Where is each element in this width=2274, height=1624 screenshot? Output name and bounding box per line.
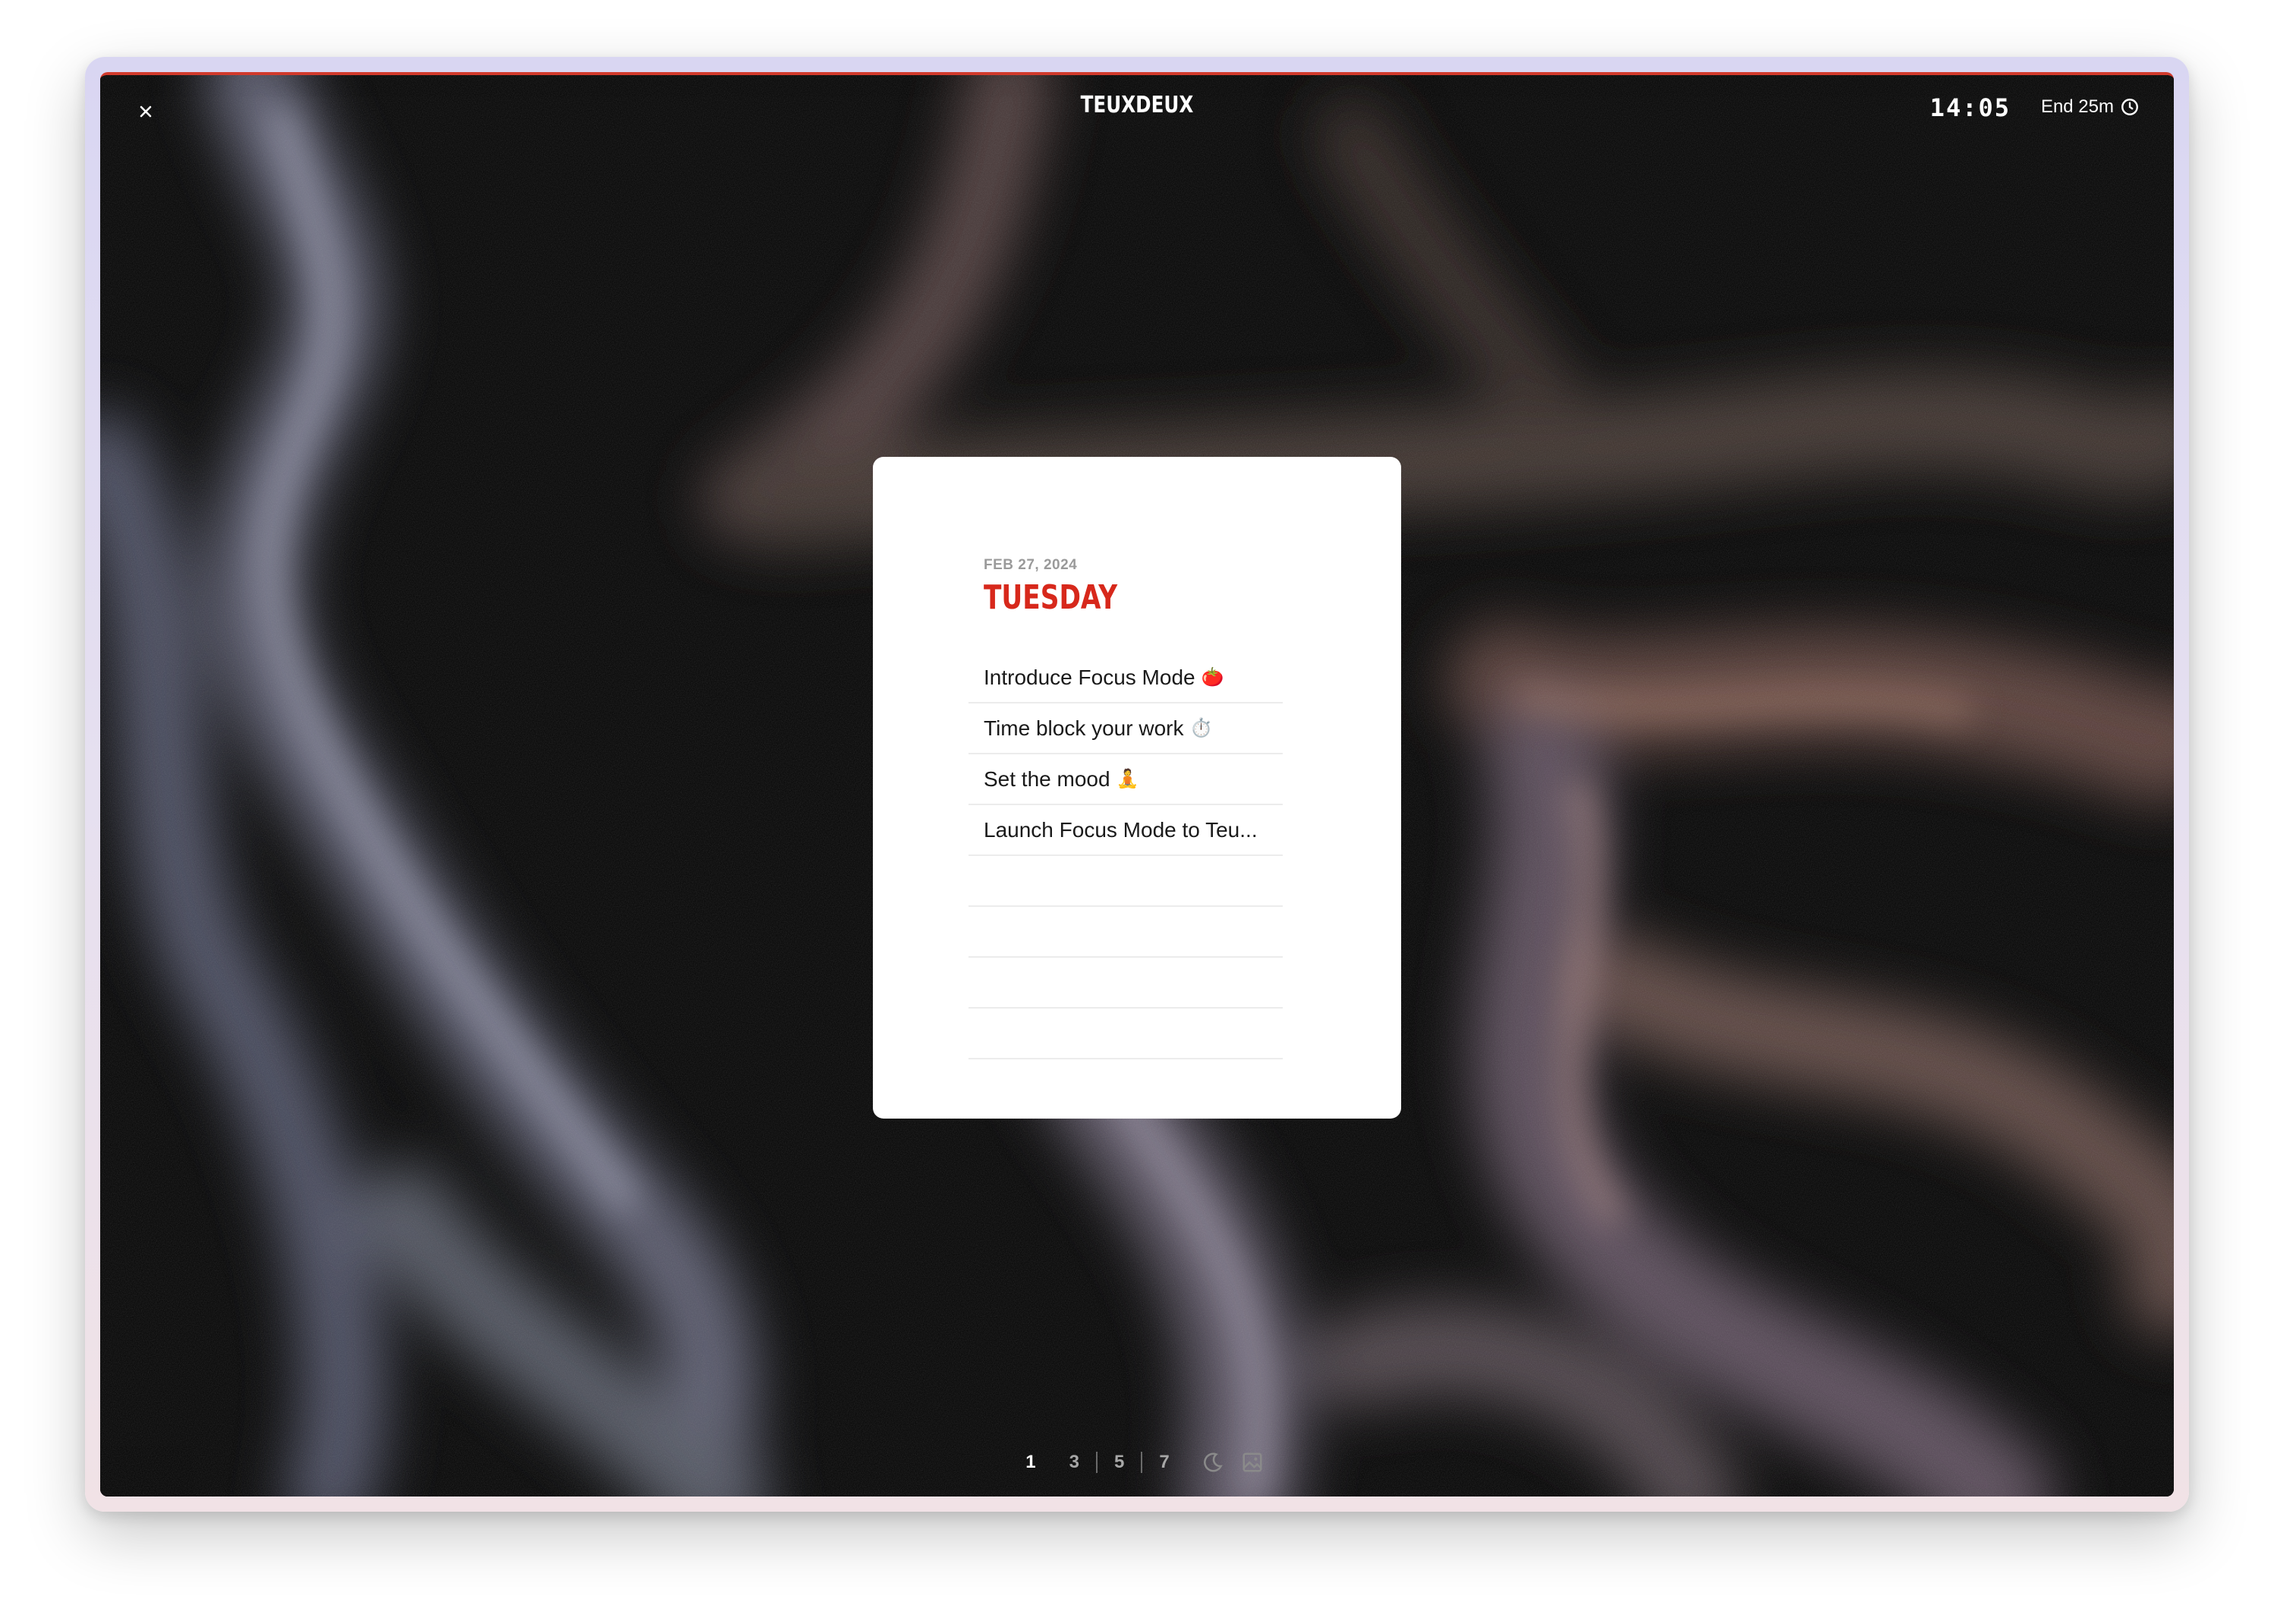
- todo-item-empty[interactable]: [968, 907, 1283, 958]
- view-7-day-button[interactable]: 7: [1142, 1452, 1186, 1473]
- tomato-icon: 🍅: [1201, 667, 1224, 688]
- todo-text: Introduce Focus Mode: [984, 665, 1195, 689]
- moon-icon: [1203, 1452, 1223, 1472]
- dark-mode-toggle[interactable]: [1200, 1449, 1226, 1475]
- view-1-day-button[interactable]: 1: [1009, 1452, 1052, 1473]
- close-button[interactable]: [131, 96, 161, 127]
- todo-item-empty[interactable]: [968, 958, 1283, 1009]
- background-image-button[interactable]: [1239, 1449, 1265, 1475]
- app-window: TEUXDEUX 14:05 End 25m FEB 27, 2024 TUES…: [85, 57, 2189, 1512]
- todo-text: Launch Focus Mode to Teu...: [984, 817, 1258, 842]
- todo-text: Time block your work: [984, 716, 1184, 740]
- todo-item-empty[interactable]: [968, 1009, 1283, 1059]
- day-title: TUESDAY: [984, 578, 1118, 617]
- close-icon: [140, 105, 152, 118]
- todo-item[interactable]: Set the mood 🧘: [968, 754, 1283, 805]
- todo-item-empty[interactable]: [968, 856, 1283, 907]
- view-3-day-button[interactable]: 3: [1053, 1452, 1096, 1473]
- end-timer-button[interactable]: End 25m: [2041, 96, 2140, 118]
- day-date: FEB 27, 2024: [984, 557, 1078, 573]
- stopwatch-icon: ⏱️: [1189, 718, 1213, 738]
- clock-display: 14:05: [1929, 93, 2011, 122]
- view-controls: 1 3 5 7: [100, 1449, 2174, 1475]
- clock-icon: [2121, 99, 2138, 115]
- app-logo: TEUXDEUX: [1080, 92, 1194, 118]
- end-timer-label: End 25m: [2040, 96, 2114, 117]
- image-icon: [1243, 1452, 1262, 1472]
- todo-list: Introduce Focus Mode 🍅 Time block your wo…: [968, 653, 1283, 1059]
- todo-text: Set the mood: [984, 766, 1110, 791]
- focus-mode-screen: TEUXDEUX 14:05 End 25m FEB 27, 2024 TUES…: [100, 72, 2174, 1497]
- todo-item[interactable]: Launch Focus Mode to Teu...: [968, 805, 1283, 856]
- view-5-day-button[interactable]: 5: [1098, 1452, 1141, 1473]
- day-card: FEB 27, 2024 TUESDAY Introduce Focus Mod…: [873, 457, 1401, 1119]
- todo-item[interactable]: Introduce Focus Mode 🍅: [968, 653, 1283, 703]
- meditation-icon: 🧘: [1116, 769, 1139, 789]
- todo-item[interactable]: Time block your work ⏱️: [968, 703, 1283, 754]
